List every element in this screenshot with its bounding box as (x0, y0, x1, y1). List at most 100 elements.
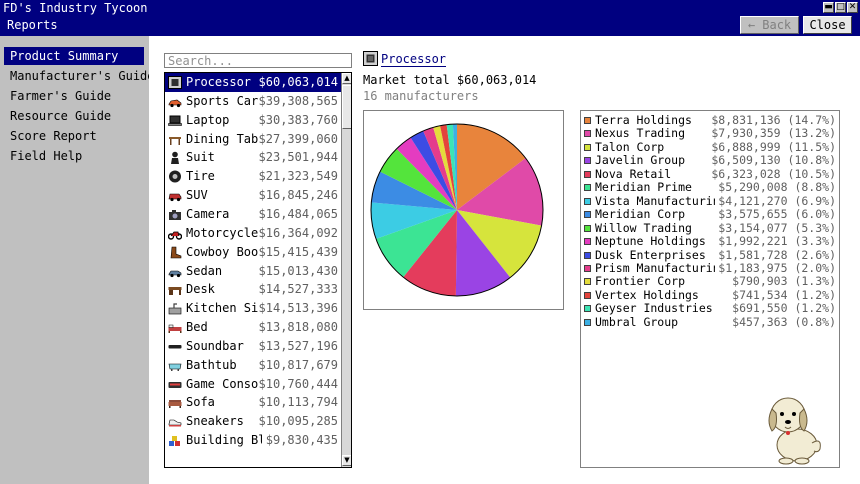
legend-item: Nova Retail $6,323,028 (10.5%) (581, 166, 839, 181)
product-value: $30,383,760 (258, 112, 338, 127)
search-input[interactable] (164, 53, 352, 68)
list-item[interactable]: Dining Tab $27,399,060 (165, 130, 342, 149)
list-item[interactable]: Bathtub $10,817,679 (165, 356, 342, 375)
list-item[interactable]: Sofa $10,113,794 (165, 393, 342, 412)
product-name: Sneakers (186, 414, 244, 429)
list-item[interactable]: Tire $21,323,549 (165, 167, 342, 186)
scroll-up-icon[interactable]: ▲ (342, 73, 351, 84)
product-value: $16,484,065 (258, 206, 338, 221)
list-item[interactable]: Processor $60,063,014 (165, 73, 342, 92)
tire-icon (169, 170, 181, 183)
product-name: Motorcycle (186, 225, 259, 240)
product-name: Sedan (186, 263, 223, 278)
manufacturer-value: $7,930,359 (13.2%) (711, 126, 836, 141)
legend-item: Meridian Corp $3,575,655 (6.0%) (581, 208, 839, 221)
product-value: $15,415,439 (258, 244, 338, 259)
pie-chart-frame (363, 110, 564, 310)
legend-swatch (584, 184, 591, 192)
bed-icon (168, 324, 182, 334)
legend-swatch (584, 251, 591, 259)
legend-swatch (584, 318, 591, 326)
product-name: Game Conso (186, 376, 259, 391)
list-item[interactable]: Cowboy Boo $15,415,439 (165, 243, 342, 262)
legend-item: Frontier Corp $790,903 (1.3%) (581, 275, 839, 288)
sidebar-item-product-summary[interactable]: Product Summary (4, 47, 144, 65)
sidebar-item-manufacturers-guide[interactable]: Manufacturer's Guide (4, 67, 155, 85)
minimize-icon[interactable]: ▬ (823, 2, 834, 13)
list-scrollbar[interactable]: ▲ ▼ (341, 73, 351, 467)
manufacturer-value: $6,323,028 (10.5%) (711, 166, 836, 181)
product-name: Building Bl (186, 433, 262, 448)
list-item[interactable]: Suit $23,501,944 (165, 148, 342, 167)
app-title: FD's Industry Tycoon (3, 1, 148, 15)
manufacturer-value: $3,575,655 (6.0%) (718, 207, 836, 222)
screen-title: Reports (7, 18, 58, 32)
legend-swatch (584, 157, 591, 165)
scroll-thumb[interactable] (342, 85, 351, 129)
list-item[interactable]: Motorcycle $16,364,092 (165, 224, 342, 243)
product-name: Cowboy Boo (186, 244, 259, 259)
sidebar-item-score-report[interactable]: Score Report (4, 127, 144, 145)
product-value: $10,113,794 (258, 395, 338, 410)
market-share-pie-chart (370, 123, 544, 297)
product-name: Processor (186, 75, 252, 89)
title-bar: FD's Industry Tycoon Reports ▬ □ ✕ ← Bac… (0, 0, 860, 36)
back-button[interactable]: ← Back (740, 16, 799, 34)
list-item[interactable]: Sneakers $10,095,285 (165, 412, 342, 431)
sports-car-icon (168, 99, 182, 107)
product-name: Dining Tab (186, 131, 259, 146)
soundbar-icon (168, 344, 182, 349)
list-item[interactable]: Sports Car $39,308,565 (165, 92, 342, 111)
legend-swatch (584, 197, 591, 205)
list-item[interactable]: Camera $16,484,065 (165, 205, 342, 224)
close-button[interactable]: Close (803, 16, 852, 34)
legend-item: Javelin Group $6,509,130 (10.8%) (581, 154, 839, 167)
legend-swatch (584, 224, 591, 232)
product-value: $21,323,549 (258, 169, 338, 184)
legend-item: Umbral Group $457,363 (0.8%) (581, 315, 839, 329)
product-name: Suit (186, 150, 215, 165)
legend-swatch (584, 211, 591, 219)
sidebar-item-farmers-guide[interactable]: Farmer's Guide (4, 87, 144, 105)
scroll-down-icon[interactable]: ▼ (342, 455, 351, 466)
list-item[interactable]: Sedan $15,013,430 (165, 262, 342, 281)
manufacturer-name: Dusk Enterprises (595, 248, 706, 262)
table-icon (169, 136, 181, 145)
chip-icon (363, 51, 378, 66)
product-value: $9,830,435 (265, 433, 338, 448)
manufacturer-value: $1,183,975 (2.0%) (718, 260, 836, 275)
legend-swatch (584, 305, 591, 313)
desk-icon (168, 287, 182, 296)
list-item[interactable]: Building Bl $9,830,435 (165, 431, 342, 450)
manufacturer-value: $8,831,136 (14.7%) (711, 113, 836, 127)
sidebar-item-field-help[interactable]: Field Help (4, 147, 144, 165)
legend-item: Neptune Holdings $1,992,221 (3.3%) (581, 235, 839, 248)
game-console-icon (168, 381, 182, 388)
product-name: Kitchen Si (186, 301, 259, 316)
sidebar: Product Summary Manufacturer's Guide Far… (0, 36, 155, 484)
sidebar-item-resource-guide[interactable]: Resource Guide (4, 107, 144, 125)
manufacturer-name: Willow Trading (595, 221, 692, 235)
manufacturer-value: $4,121,270 (6.9%) (718, 193, 836, 208)
list-item[interactable]: Laptop $30,383,760 (165, 111, 342, 130)
product-value: $13,527,196 (258, 338, 338, 353)
list-item[interactable]: Soundbar $13,527,196 (165, 337, 342, 356)
list-item[interactable]: Game Conso $10,760,444 (165, 375, 342, 394)
product-value: $13,818,080 (258, 320, 338, 335)
list-item[interactable]: Bed $13,818,080 (165, 318, 342, 337)
manufacturer-value: $741,534 (1.2%) (732, 287, 836, 302)
maximize-icon[interactable]: □ (835, 2, 846, 13)
legend-swatch (584, 291, 591, 299)
legend-item: Dusk Enterprises $1,581,728 (2.6%) (581, 248, 839, 262)
manufacturer-count: 16 manufacturers (363, 89, 479, 103)
list-item[interactable]: Desk $14,527,333 (165, 280, 342, 299)
product-name: Tire (186, 169, 215, 184)
legend-item: Vertex Holdings $741,534 (1.2%) (581, 287, 839, 302)
product-name: SUV (186, 188, 208, 203)
list-item[interactable]: SUV $16,845,246 (165, 186, 342, 205)
list-item[interactable]: Kitchen Si $14,513,396 (165, 299, 342, 318)
laptop-icon (168, 115, 182, 126)
product-link[interactable]: Processor (381, 52, 447, 67)
manufacturer-name: Javelin Group (595, 154, 686, 168)
close-window-icon[interactable]: ✕ (847, 2, 858, 13)
